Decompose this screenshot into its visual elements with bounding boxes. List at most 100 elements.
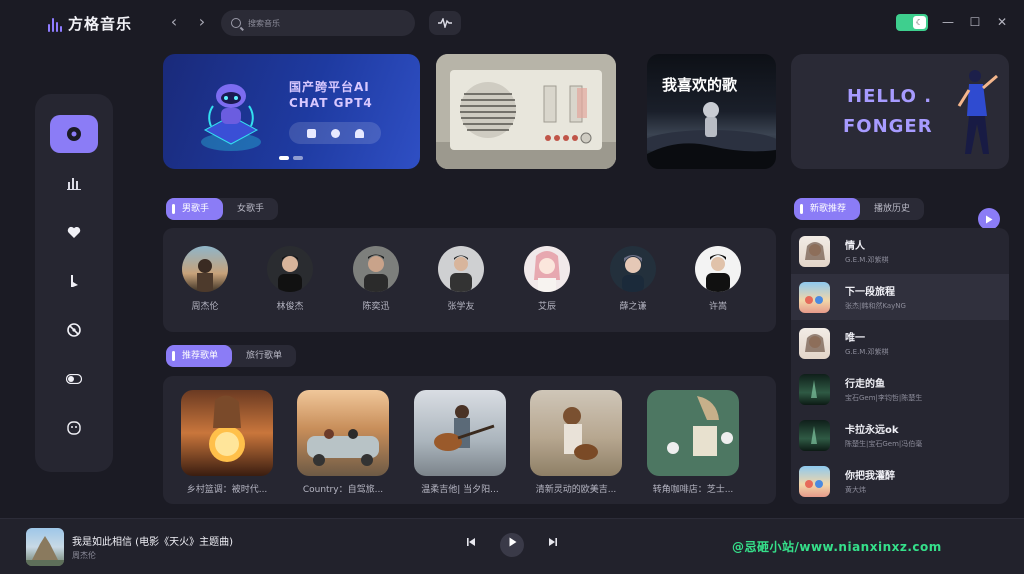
forward-arrow-icon[interactable]: › — [192, 12, 212, 32]
song-title: 卡拉永远ok — [845, 425, 899, 436]
tab-recommended-playlists[interactable]: 推荐歌单 — [166, 345, 233, 367]
sidebar-item-profile[interactable] — [50, 409, 98, 447]
song-artist: 张杰|韩和然KayNG — [845, 302, 906, 310]
toggle-icon — [66, 374, 82, 384]
radio-illustration — [436, 54, 616, 169]
playlist-title: Country：自驾旅... — [302, 485, 384, 495]
sidebar-item-favorites[interactable] — [50, 213, 98, 251]
artist-item[interactable]: 张学友 — [431, 246, 491, 312]
apple-icon — [330, 128, 340, 138]
person-illustration — [957, 70, 998, 154]
search-box[interactable] — [221, 10, 415, 36]
previous-track-icon[interactable] — [466, 537, 476, 550]
waveform-icon — [438, 18, 452, 28]
music-note-icon — [71, 275, 78, 287]
artist-name: 艾辰 — [537, 302, 556, 312]
search-input[interactable] — [248, 18, 398, 28]
back-arrow-icon[interactable]: ‹ — [164, 12, 184, 32]
banner-favorite-title: 我喜欢的歌 — [662, 76, 738, 94]
artist-name: 许嵩 — [708, 302, 727, 312]
logo-icon — [48, 16, 62, 32]
song-thumbnail — [799, 373, 830, 405]
astronaut-illustration — [647, 102, 776, 169]
sidebar-item-discover[interactable] — [50, 115, 98, 153]
play-all-button[interactable] — [978, 208, 1000, 230]
play-icon — [509, 537, 516, 547]
playlist-title: 清新灵动的欧美吉... — [535, 485, 617, 495]
song-title: 下一段旅程 — [845, 287, 895, 298]
artist-name: 林俊杰 — [276, 302, 304, 312]
song-row[interactable]: 情人 G.E.M.邓紫棋 — [791, 228, 1009, 274]
no-disc-icon — [67, 323, 81, 337]
artist-item[interactable]: 艾辰 — [517, 246, 577, 312]
song-artist: 黄大炜 — [845, 486, 866, 494]
moon-icon: ☾ — [913, 16, 926, 29]
song-row[interactable]: 你把我灌醉 黄大炜 — [791, 458, 1009, 504]
banner-radio[interactable] — [436, 54, 616, 169]
maximize-icon[interactable]: ☐ — [967, 14, 983, 30]
playlist-cover — [181, 390, 273, 476]
song-thumbnail — [799, 465, 830, 497]
title-bar: 方格音乐 ‹ › ☾ — ☐ ✕ — [0, 0, 1024, 46]
song-tabs: 新歌推荐 播放历史 — [794, 198, 925, 220]
platform-icons — [289, 122, 381, 144]
sidebar-item-offline[interactable] — [50, 311, 98, 349]
artist-item[interactable]: 陈奕迅 — [346, 246, 406, 312]
singer-tabs: 男歌手 女歌手 — [166, 198, 279, 220]
avatar — [267, 246, 313, 292]
artist-item[interactable]: 周杰伦 — [175, 246, 235, 312]
artist-item[interactable]: 林俊杰 — [260, 246, 320, 312]
artist-item[interactable]: 薛之谦 — [603, 246, 663, 312]
playlist-grid: 乡村篮调：被时代... Country：自驾旅... 温柔吉他| 当夕阳... … — [163, 376, 776, 504]
song-title: 情人 — [845, 241, 865, 252]
now-playing-cover[interactable] — [26, 528, 64, 566]
app-logo: 方格音乐 — [48, 13, 132, 34]
playlist-title: 温柔吉他| 当夕阳... — [421, 485, 499, 495]
disc-icon — [67, 127, 81, 141]
playlist-card[interactable]: Country：自驾旅... — [297, 390, 391, 495]
playlist-cover — [297, 390, 389, 476]
minimize-icon[interactable]: — — [940, 14, 956, 30]
song-artist: 宝石Gem|李钧哲|陈楚生 — [845, 394, 923, 402]
close-icon[interactable]: ✕ — [994, 14, 1010, 30]
song-row[interactable]: 唯一 G.E.M.邓紫棋 — [791, 320, 1009, 366]
sidebar-item-music[interactable] — [50, 262, 98, 300]
playlist-card[interactable]: 清新灵动的欧美吉... — [530, 390, 624, 495]
app-name: 方格音乐 — [68, 15, 133, 33]
song-row[interactable]: 行走的鱼宝石Gem|李钧哲|陈楚生 — [791, 366, 1009, 412]
next-track-icon[interactable] — [548, 537, 558, 550]
banner-hello[interactable]: HELLO . FONGER — [791, 54, 1009, 169]
playlist-tabs: 推荐歌单 旅行歌单 — [166, 345, 297, 367]
theme-toggle[interactable]: ☾ — [896, 14, 928, 31]
song-artist: G.E.M.邓紫棋 — [845, 348, 889, 356]
playlist-card[interactable]: 转角咖啡店：芝士... — [647, 390, 741, 495]
sidebar-item-settings[interactable] — [50, 360, 98, 398]
artist-name: 周杰伦 — [191, 302, 219, 312]
watermark-text: @忌砸小站/www.nianxinxz.com — [732, 540, 942, 554]
artist-item[interactable]: 许嵩 — [688, 246, 748, 312]
song-thumbnail — [799, 327, 830, 359]
playlist-card[interactable]: 乡村篮调：被时代... — [181, 390, 275, 495]
tab-play-history[interactable]: 播放历史 — [860, 198, 924, 220]
song-row[interactable]: 下一段旅程张杰|韩和然KayNG — [791, 274, 1009, 320]
face-icon — [67, 421, 81, 435]
song-row[interactable]: 卡拉永远ok 陈楚生|宝石Gem|冯伯毫 — [791, 412, 1009, 458]
song-title: 行走的鱼 — [845, 379, 885, 390]
tab-new-songs[interactable]: 新歌推荐 — [794, 198, 861, 220]
tab-female-singers[interactable]: 女歌手 — [223, 198, 278, 220]
voice-wave-button[interactable] — [429, 11, 461, 35]
hello-line1: HELLO . — [847, 86, 933, 107]
tab-travel-playlists[interactable]: 旅行歌单 — [232, 345, 296, 367]
playlist-card[interactable]: 温柔吉他| 当夕阳... — [414, 390, 508, 495]
play-pause-button[interactable] — [500, 533, 524, 557]
playlist-cover — [530, 390, 622, 476]
sidebar-item-charts[interactable] — [50, 164, 98, 202]
tab-male-singers[interactable]: 男歌手 — [166, 198, 224, 220]
song-title: 你把我灌醉 — [845, 471, 895, 482]
banner-favorite-songs[interactable]: 我喜欢的歌 — [647, 54, 776, 169]
song-artist: 陈楚生|宝石Gem|冯伯毫 — [845, 440, 923, 448]
carousel-dots[interactable] — [279, 156, 303, 160]
new-songs-list: 情人 G.E.M.邓紫棋 下一段旅程 张杰|韩和然KayNG 唯一 G.E.M.邓紫棋… — [791, 228, 1009, 504]
banner-ai[interactable]: 国产跨平台AI CHAT GPT4 — [163, 54, 420, 169]
playlist-cover — [647, 390, 739, 476]
